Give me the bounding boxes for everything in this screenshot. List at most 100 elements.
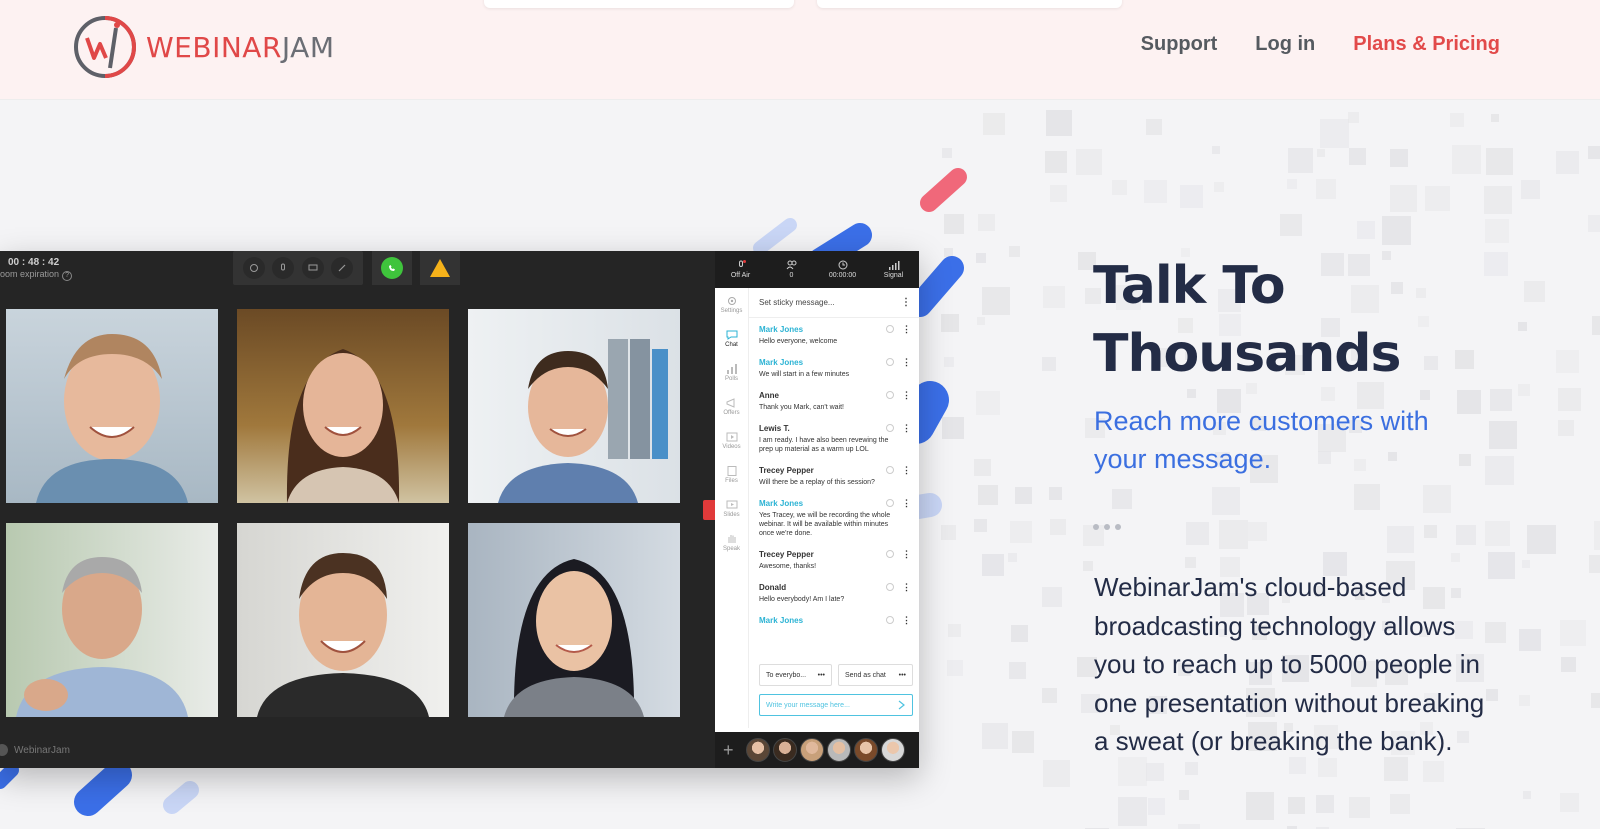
select-circle-icon[interactable]	[886, 325, 894, 333]
status-duration[interactable]: 00:00:00	[817, 251, 868, 288]
footer-brand-text: WebinarJam	[14, 744, 70, 756]
avatar[interactable]	[746, 738, 770, 762]
app-footer-brand: WebinarJam	[0, 744, 70, 756]
warning-icon[interactable]	[429, 258, 451, 278]
chat-text: Hello everybody! Am I late?	[759, 596, 845, 603]
avatar[interactable]	[881, 738, 905, 762]
chat-message: Mark Jones Hello everyone, welcome ⋮	[749, 318, 919, 351]
more-icon[interactable]: ⋮	[902, 499, 911, 508]
phone-icon[interactable]	[381, 257, 403, 279]
select-circle-icon[interactable]	[886, 550, 894, 558]
video-tile[interactable]	[6, 523, 218, 717]
recipient-select-value: To everybo...	[766, 671, 807, 679]
panel-toggle-tab[interactable]	[703, 500, 715, 520]
message-actions: ⋮	[886, 616, 911, 625]
logo-wordmark: WEBINARJAM	[146, 31, 334, 64]
send-mode-value: Send as chat	[845, 671, 886, 679]
side-nav-videos[interactable]: Videos	[715, 424, 748, 458]
side-nav-offers[interactable]: Offers	[715, 390, 748, 424]
select-circle-icon[interactable]	[886, 583, 894, 591]
sticky-message-bar[interactable]: Set sticky message... ⋮	[749, 288, 919, 318]
video-tile[interactable]	[468, 309, 680, 503]
chat-message: Trecey Pepper Awesome, thanks! ⋮	[749, 543, 919, 576]
video-tile[interactable]	[6, 309, 218, 503]
chat-author: Donald	[759, 583, 787, 592]
select-circle-icon[interactable]	[886, 499, 894, 507]
more-icon[interactable]: ⋮	[902, 583, 911, 592]
webinar-app-screenshot: 00 : 48 : 42 oom expiration? WebinarJam …	[0, 251, 919, 768]
status-bar: Off Air 0 00:00:00 Signal	[715, 251, 919, 288]
message-actions: ⋮	[886, 583, 911, 592]
side-nav-chat[interactable]: Chat	[715, 322, 748, 356]
microphone-icon[interactable]	[272, 257, 295, 279]
side-nav-speak[interactable]: Speak	[715, 526, 748, 560]
message-input[interactable]: Write your message here...	[759, 694, 913, 716]
nav-pricing-link[interactable]: Plans & Pricing	[1353, 33, 1500, 56]
select-circle-icon[interactable]	[886, 424, 894, 432]
nav-support-link[interactable]: Support	[1141, 33, 1218, 56]
chat-message: Lewis T. I am ready. I have also been rev…	[749, 417, 919, 459]
more-icon[interactable]: ⋮	[902, 391, 911, 400]
send-arrow-icon[interactable]	[898, 700, 906, 710]
select-circle-icon[interactable]	[886, 391, 894, 399]
side-nav-settings[interactable]: Settings	[715, 288, 748, 322]
select-circle-icon[interactable]	[886, 616, 894, 624]
more-icon[interactable]: ⋮	[902, 358, 911, 367]
video-tile[interactable]	[237, 523, 449, 717]
chat-author: Mark Jones	[759, 325, 804, 334]
message-actions: ⋮	[886, 550, 911, 559]
avatar[interactable]	[773, 738, 797, 762]
chat-author: Trecey Pepper	[759, 550, 814, 559]
separator-dots	[1093, 524, 1121, 530]
video-tile[interactable]	[468, 523, 680, 717]
screen-share-icon[interactable]	[301, 257, 324, 279]
more-icon[interactable]: ⋮	[902, 550, 911, 559]
video-icon	[726, 432, 737, 442]
status-off-air[interactable]: Off Air	[715, 251, 766, 288]
chat-feed: Set sticky message... ⋮ Mark Jones Hello …	[749, 288, 919, 660]
attendee-bar: +	[715, 732, 919, 768]
message-actions: ⋮	[886, 391, 911, 400]
room-expiration-text: oom expiration	[0, 269, 60, 279]
avatar[interactable]	[800, 738, 824, 762]
message-actions: ⋮	[886, 424, 911, 433]
more-icon[interactable]: ⋮	[902, 616, 911, 625]
select-circle-icon[interactable]	[886, 358, 894, 366]
chat-message: Donald Hello everybody! Am I late? ⋮	[749, 576, 919, 609]
side-nav-slides[interactable]: Slides	[715, 492, 748, 526]
side-nav-label: Settings	[720, 308, 743, 314]
status-attendees[interactable]: 0	[766, 251, 817, 288]
logo-text-webinar: WEBINAR	[146, 30, 282, 64]
side-nav-polls[interactable]: Polls	[715, 356, 748, 390]
camera-icon[interactable]	[242, 257, 265, 279]
megaphone-icon	[726, 398, 734, 408]
add-attendee-icon[interactable]: +	[723, 740, 743, 761]
nav-login-link[interactable]: Log in	[1255, 33, 1315, 56]
help-icon[interactable]: ?	[62, 271, 73, 281]
logo[interactable]: WEBINARJAM	[72, 14, 334, 80]
select-circle-icon[interactable]	[886, 466, 894, 474]
chat-message-list: Mark Jones Hello everyone, welcome ⋮ Mark J…	[749, 318, 919, 633]
more-icon[interactable]: ⋮	[902, 466, 911, 475]
status-label: Signal	[883, 272, 904, 279]
signal-icon	[888, 261, 899, 270]
chat-text: Thank you Mark, can't wait!	[759, 404, 844, 411]
more-icon[interactable]: ⋮	[902, 325, 911, 334]
message-actions: ⋮	[886, 466, 911, 475]
send-mode-select[interactable]: Send as chat •••	[838, 664, 913, 686]
video-tile[interactable]	[237, 309, 449, 503]
status-signal[interactable]: Signal	[868, 251, 919, 288]
recipient-select[interactable]: To everybo... •••	[759, 664, 833, 686]
side-nav-label: Videos	[722, 444, 741, 450]
side-nav-files[interactable]: Files	[715, 458, 748, 492]
call-control	[372, 251, 412, 285]
more-icon[interactable]: ⋮	[901, 297, 911, 308]
more-icon[interactable]: ⋮	[902, 424, 911, 433]
status-label: Off Air	[730, 272, 751, 279]
chat-text: Hello everyone, welcome	[759, 338, 838, 345]
pen-icon[interactable]	[331, 257, 354, 279]
site-header: WEBINARJAM Support Log in Plans & Pricin…	[0, 0, 1600, 100]
message-actions: ⋮	[886, 325, 911, 334]
avatar[interactable]	[827, 738, 851, 762]
avatar[interactable]	[854, 738, 878, 762]
